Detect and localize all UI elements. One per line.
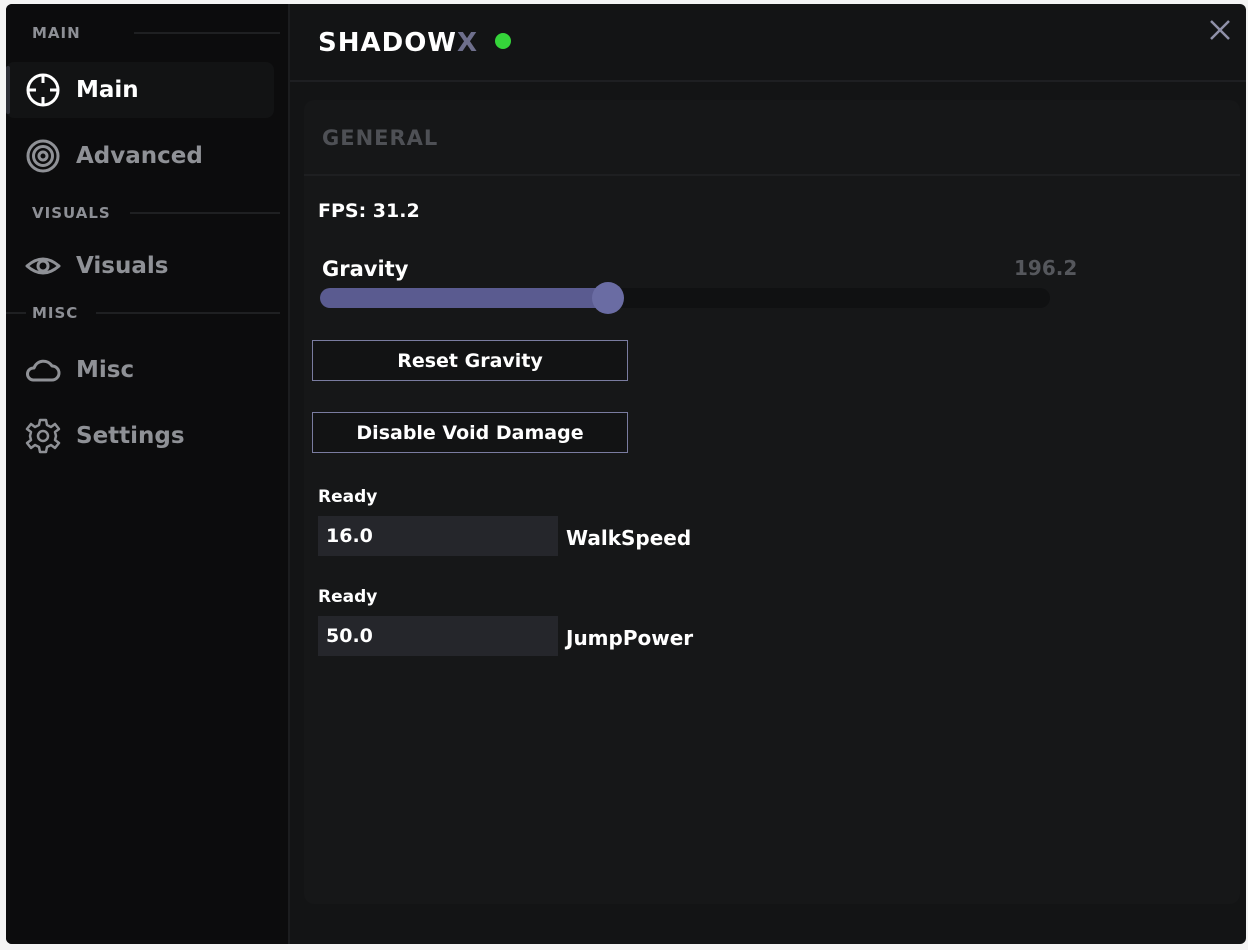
brand-accent: X — [456, 28, 479, 58]
jumppower-label: JumpPower — [566, 626, 694, 650]
section-label-visuals: VISUALS — [32, 204, 111, 222]
gravity-slider[interactable] — [320, 282, 1050, 314]
jumppower-input[interactable] — [318, 616, 558, 656]
sidebar-item-label: Misc — [76, 357, 135, 383]
sidebar-item-misc[interactable]: Misc — [6, 342, 274, 398]
reset-gravity-button[interactable]: Reset Gravity — [312, 340, 628, 381]
gravity-value: 196.2 — [1014, 256, 1078, 280]
active-indicator — [6, 66, 10, 114]
sidebar-item-visuals[interactable]: Visuals — [6, 238, 274, 294]
disable-void-damage-button[interactable]: Disable Void Damage — [312, 412, 628, 453]
sidebar-item-label: Advanced — [76, 143, 203, 169]
eye-icon — [25, 257, 61, 275]
gravity-label: Gravity — [322, 257, 409, 281]
sidebar: MAIN Main Advanced VISUALS Visuals MISC … — [6, 4, 290, 944]
section-divider — [6, 312, 26, 314]
section-divider — [96, 312, 280, 314]
sidebar-item-advanced[interactable]: Advanced — [6, 128, 274, 184]
cloud-icon — [26, 359, 61, 382]
sidebar-item-label: Settings — [76, 423, 185, 449]
panel-title: GENERAL — [322, 126, 439, 150]
header: SHADOWX — [290, 4, 1246, 82]
status-indicator — [495, 33, 511, 49]
slider-thumb[interactable] — [592, 282, 625, 314]
sidebar-item-label: Main — [76, 77, 139, 103]
section-divider — [134, 32, 280, 34]
close-icon[interactable] — [1204, 14, 1236, 46]
section-label-main: MAIN — [32, 24, 81, 42]
slider-fill — [320, 288, 609, 308]
app-title: SHADOWX — [318, 28, 478, 58]
brand-main: SHADOW — [318, 28, 457, 58]
jumppower-status: Ready — [318, 587, 378, 607]
sidebar-item-main[interactable]: Main — [6, 62, 274, 118]
section-label-misc: MISC — [32, 304, 79, 322]
app-window: MAIN Main Advanced VISUALS Visuals MISC … — [6, 4, 1246, 944]
general-panel: GENERAL FPS: 31.2 Gravity 196.2 Reset Gr… — [304, 100, 1240, 904]
fps-counter: FPS: 31.2 — [318, 200, 420, 222]
walkspeed-status: Ready — [318, 487, 378, 507]
crosshair-icon — [26, 73, 60, 107]
panel-divider — [304, 174, 1240, 176]
sidebar-item-settings[interactable]: Settings — [6, 408, 274, 464]
walkspeed-input[interactable] — [318, 516, 558, 556]
gear-icon — [25, 418, 61, 454]
target-icon — [26, 139, 60, 173]
walkspeed-label: WalkSpeed — [566, 526, 692, 550]
sidebar-item-label: Visuals — [76, 253, 169, 279]
section-divider — [130, 212, 280, 214]
